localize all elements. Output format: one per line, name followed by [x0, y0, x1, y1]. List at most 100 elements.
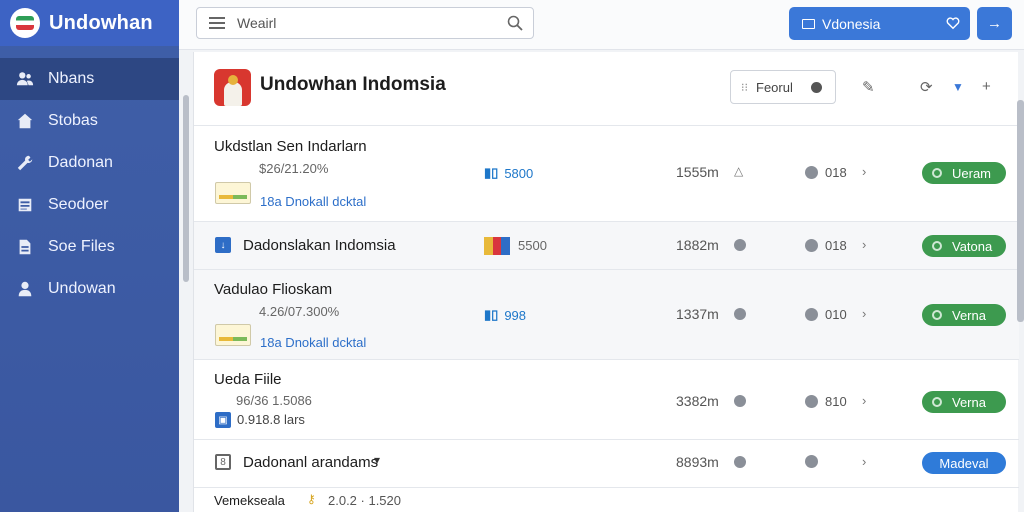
brand-logo [10, 8, 40, 38]
row-size: 1337m [676, 306, 719, 322]
main-scrollbar[interactable] [1017, 100, 1024, 322]
info-icon [734, 395, 746, 407]
image-icon: ▣ [215, 412, 231, 428]
sidebar-item-label: Undowan [48, 280, 116, 297]
warning-icon: △ [734, 164, 744, 178]
clock-icon [805, 166, 818, 179]
topbar: Weairl Vdonesia → [179, 0, 1024, 50]
filter-label: Feorul [756, 79, 793, 95]
clock-icon [805, 395, 818, 408]
table-row[interactable]: Ukdstlan Sen Indarlarn $26/21.20% 18a Dn… [194, 126, 1019, 222]
row-thumbnail [215, 324, 251, 346]
document-icon [14, 195, 36, 215]
page-title: Undowhan Indomsia [260, 74, 446, 95]
row-action-button[interactable]: Verna [922, 391, 1006, 413]
person-icon [14, 279, 36, 299]
row-title: Dadonanl arandams [243, 454, 379, 471]
users-icon [14, 69, 36, 89]
row-size: 3382m [676, 393, 719, 409]
sidebar-item-dadonan[interactable]: Dadonan [0, 142, 179, 184]
filter-button[interactable]: ⁝⁝ Feorul [730, 70, 836, 104]
sidebar-item-stobas[interactable]: Stobas [0, 100, 179, 142]
brand[interactable]: Undowhan [0, 0, 179, 46]
row-count: 010 [805, 307, 847, 322]
sidebar-item-soe-files[interactable]: Soe Files [0, 226, 179, 268]
forward-button[interactable]: → [977, 7, 1012, 40]
color-badge-icon [484, 237, 510, 255]
info-icon [734, 239, 746, 251]
add-icon[interactable]: + [982, 78, 991, 95]
bars-icon: ▮▯ [484, 307, 499, 322]
row-count: 018 [805, 165, 847, 180]
main-panel: Undowhan Indomsia ⁝⁝ Feorul ✎ ⟳ ▼ + Ukds… [193, 52, 1019, 512]
sidebar-nav: Nbans Stobas Dadonan Seodoer Soe Files U… [0, 58, 179, 310]
row-action-button[interactable]: Vatona [922, 235, 1006, 257]
chevron-right-icon[interactable]: › [862, 237, 866, 252]
chevron-down-icon[interactable]: ▾ [374, 453, 380, 467]
row-meta: 0.918.8 lars [237, 412, 305, 427]
key-icon: ⚷ [307, 492, 316, 506]
refresh-icon[interactable]: ⟳ [920, 78, 933, 96]
row-subtitle: 4.26/07.300% [259, 304, 340, 319]
sidebar-item-label: Soe Files [48, 238, 115, 255]
row-extra: 2.0.2 · 1.520 [328, 493, 401, 508]
row-size: 1882m [676, 237, 719, 253]
info-icon [734, 308, 746, 320]
sidebar-item-seodoer[interactable]: Seodoer [0, 184, 179, 226]
row-title: Ueda Fiile [214, 371, 282, 388]
row-action-button[interactable]: Verna [922, 304, 1006, 326]
brand-name: Undowhan [49, 11, 153, 34]
row-subtitle: 96/36 1.5086 [236, 393, 312, 408]
row-action-button[interactable]: Madeval [922, 452, 1006, 474]
list-icon: ⁝⁝ [741, 81, 748, 94]
dropdown-icon [811, 81, 822, 93]
chevron-right-icon[interactable]: › [862, 454, 866, 469]
clock-icon [805, 455, 818, 468]
sidebar-item-label: Seodoer [48, 196, 109, 213]
table-row[interactable]: 8 Dadonanl arandams ▾ 8893m › Madeval [194, 440, 1019, 488]
search-icon[interactable] [497, 15, 533, 31]
row-link[interactable]: 18a Dnokall dcktal [260, 335, 366, 350]
row-size: 1555m [676, 164, 719, 180]
sidebar-scrollbar[interactable] [183, 95, 189, 282]
info-icon [734, 456, 746, 468]
status-dot-icon [932, 241, 942, 251]
row-subtitle: $26/21.20% [259, 161, 329, 176]
sidebar-item-nbans[interactable]: Nbans [0, 58, 179, 100]
table-row[interactable]: Vadulao Flioskam 4.26/07.300% 18a Dnokal… [194, 270, 1019, 360]
region-label: Vdonesia [822, 15, 881, 32]
row-stat: 5500 [518, 238, 547, 253]
row-title: Vadulao Flioskam [214, 281, 333, 298]
chevron-right-icon[interactable]: › [862, 164, 866, 179]
chevron-right-icon[interactable]: › [862, 393, 866, 408]
row-stat: ▮▯ 998 [484, 307, 527, 323]
home-icon [14, 111, 36, 131]
row-link[interactable]: 18a Dnokall dcktal [260, 194, 366, 209]
chevron-down-icon[interactable]: ▼ [952, 80, 964, 94]
file-icon: 8 [215, 454, 231, 470]
heart-icon [946, 17, 960, 30]
row-action-button[interactable]: Ueram [922, 162, 1006, 184]
file-icon [14, 237, 36, 257]
sidebar-item-label: Dadonan [48, 154, 113, 171]
chevron-right-icon[interactable]: › [862, 306, 866, 321]
search-bar[interactable]: Weairl [196, 7, 534, 39]
pin-icon[interactable]: ✎ [862, 78, 875, 96]
bars-icon: ▮▯ [484, 165, 499, 180]
status-dot-icon [932, 310, 942, 320]
menu-icon[interactable] [197, 14, 237, 32]
search-input[interactable]: Weairl [237, 15, 497, 31]
table-row[interactable]: Ueda Fiile 96/36 1.5086 ▣ 0.918.8 lars 3… [194, 360, 1019, 440]
region-button[interactable]: Vdonesia [789, 7, 970, 40]
sidebar-item-label: Stobas [48, 112, 98, 129]
sidebar: Undowhan Nbans Stobas Dadonan Seodoer So… [0, 0, 179, 512]
sidebar-item-undowan[interactable]: Undowan [0, 268, 179, 310]
panel-header: Undowhan Indomsia ⁝⁝ Feorul ✎ ⟳ ▼ + [194, 52, 1018, 126]
row-size: 8893m [676, 454, 719, 470]
download-icon: ↓ [215, 237, 231, 253]
row-count: 810 [805, 394, 847, 409]
table-row[interactable]: ↓ Dadonslakan Indomsia 5500 1882m 018 › … [194, 222, 1019, 270]
clock-icon [805, 239, 818, 252]
row-count [805, 455, 825, 468]
table-row[interactable]: Vemekseala ⚷ 2.0.2 · 1.520 [194, 488, 1019, 512]
